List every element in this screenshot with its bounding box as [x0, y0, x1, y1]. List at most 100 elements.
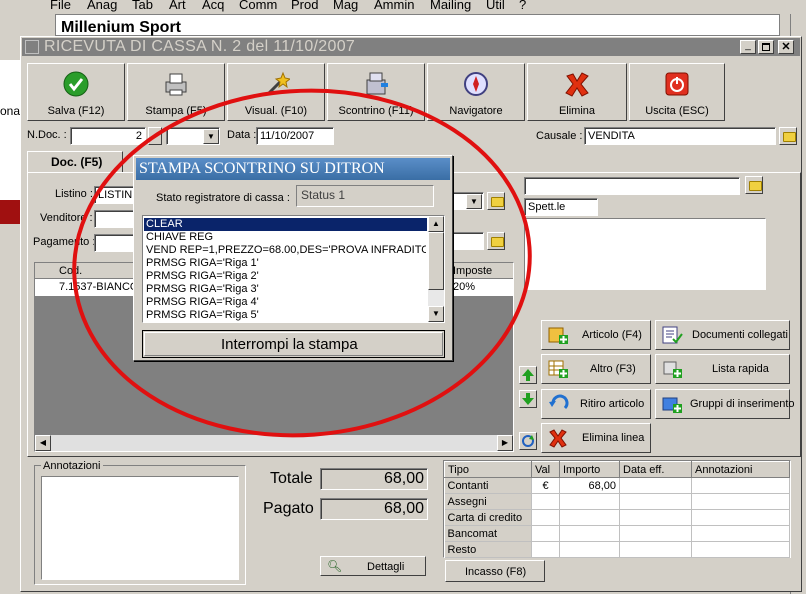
payment-row[interactable]: Bancomat	[444, 525, 790, 542]
tab-doc[interactable]: Doc. (F5)	[27, 151, 123, 173]
grid-row-tax[interactable]: 20%	[453, 281, 475, 293]
menu-art[interactable]: Art	[169, 0, 186, 12]
log-item-selected[interactable]: CLEAR	[144, 218, 427, 231]
pagato-value: 68,00	[320, 498, 428, 520]
grid-hscrollbar[interactable]: ◀ ▶	[35, 435, 513, 451]
pagamento-input[interactable]	[94, 234, 136, 252]
log-item[interactable]: PRMSG RIGA='Riga 2'	[146, 270, 259, 282]
return-article-button[interactable]: Ritiro articolo	[541, 389, 651, 419]
log-item[interactable]: CHIAVE REG	[146, 231, 213, 243]
menu-file[interactable]: File	[50, 0, 71, 12]
navigator-button[interactable]: Navigatore	[427, 63, 525, 121]
log-scroll-thumb[interactable]	[428, 232, 444, 290]
scroll-right-button[interactable]: ▶	[497, 435, 513, 451]
exit-button[interactable]: Uscita (ESC)	[629, 63, 725, 121]
print-button[interactable]: Stampa (F5)	[127, 63, 225, 121]
menu-util[interactable]: Util	[486, 0, 505, 12]
payment-row[interactable]: Resto	[444, 541, 790, 558]
insert-groups-button[interactable]: Gruppi di inserimento	[655, 389, 795, 419]
listino-folder-icon[interactable]	[487, 192, 505, 210]
customer-address-box[interactable]	[524, 218, 766, 290]
series-dropdown-button[interactable]: ▼	[203, 129, 219, 144]
causale-input[interactable]: VENDITA	[584, 127, 776, 145]
menu-prod[interactable]: Prod	[291, 0, 318, 12]
menu-tab[interactable]: Tab	[132, 0, 153, 12]
log-scrollbar[interactable]: ▲ ▼	[428, 216, 444, 322]
payments-header-tipo[interactable]: Tipo	[444, 461, 532, 478]
menu-mailing[interactable]: Mailing	[430, 0, 471, 12]
log-scroll-down[interactable]: ▼	[428, 306, 444, 322]
grid-header-cod[interactable]: Cod.	[59, 265, 82, 277]
menu-acq[interactable]: Acq	[202, 0, 224, 12]
payments-header-annotazioni[interactable]: Annotazioni	[691, 461, 790, 478]
payments-table[interactable]: Tipo Val Importo Data eff. Annotazioni C…	[443, 460, 791, 558]
return-arrow-icon	[547, 394, 569, 414]
payment-amount[interactable]: 68,00	[559, 477, 620, 494]
details-button[interactable]: 🔍︎ Dettagli	[320, 556, 426, 576]
title-bar[interactable]: RICEVUTA DI CASSA N. 2 del 11/10/2007 _ …	[22, 38, 800, 56]
linked-docs-button[interactable]: Documenti collegati	[655, 320, 790, 350]
delete-line-button[interactable]: Elimina linea	[541, 423, 651, 453]
command-log-list[interactable]: CLEAR CHIAVE REG VEND REP=1,PREZZO=68.00…	[142, 215, 445, 323]
pagamento-right-field[interactable]	[452, 232, 484, 250]
background-menubar: File Anag Tab Art Acq Comm Prod Mag Ammi…	[0, 0, 806, 14]
ndoc-spin-button[interactable]	[148, 127, 162, 145]
causale-label: Causale :	[536, 130, 583, 142]
log-item[interactable]: VEND REP=1,PREZZO=68.00,DES='PROVA INFRA…	[146, 244, 426, 256]
preview-button[interactable]: Visual. (F10)	[227, 63, 325, 121]
incasso-button[interactable]: Incasso (F8)	[445, 560, 545, 582]
cash-register-icon	[362, 70, 390, 98]
customer-search-input[interactable]	[524, 177, 740, 195]
close-button[interactable]: ✕	[778, 40, 794, 54]
menu-anag[interactable]: Anag	[87, 0, 117, 12]
grid-header-imposte[interactable]: Imposte	[453, 265, 492, 277]
article-add-icon	[547, 325, 569, 345]
dialog-title-bar[interactable]: STAMPA SCONTRINO SU DITRON	[136, 158, 450, 180]
listino-dropdown-button[interactable]: ▼	[466, 194, 482, 209]
menu-help[interactable]: ?	[519, 0, 526, 12]
other-button[interactable]: Altro (F3)	[541, 354, 651, 384]
pagamento-folder-icon[interactable]	[487, 232, 505, 250]
receipt-button[interactable]: Scontrino (F11)	[327, 63, 425, 121]
refresh-button[interactable]	[519, 432, 537, 450]
customer-folder-icon[interactable]	[745, 176, 763, 194]
save-button[interactable]: Salva (F12)	[27, 63, 125, 121]
payment-currency[interactable]: €	[531, 477, 560, 494]
delete-line-icon	[547, 428, 569, 448]
quick-list-button[interactable]: Lista rapida	[655, 354, 790, 384]
menu-ammin[interactable]: Ammin	[374, 0, 414, 12]
background-side-text: ona	[0, 104, 21, 118]
payment-row[interactable]: Carta di credito	[444, 509, 790, 526]
exit-label: Uscita (ESC)	[645, 105, 709, 117]
maximize-button[interactable]	[758, 40, 774, 54]
article-button[interactable]: Articolo (F4)	[541, 320, 651, 350]
listino-input[interactable]: LISTIN	[94, 186, 136, 204]
menu-comm[interactable]: Comm	[239, 0, 277, 12]
log-scroll-up[interactable]: ▲	[428, 216, 444, 232]
payments-header-val[interactable]: Val	[531, 461, 560, 478]
payments-header-importo[interactable]: Importo	[559, 461, 620, 478]
ndoc-input[interactable]: 2	[70, 127, 146, 145]
scroll-left-button[interactable]: ◀	[35, 435, 51, 451]
venditore-input[interactable]	[94, 210, 136, 228]
payment-row[interactable]: Assegni	[444, 493, 790, 510]
menu-mag[interactable]: Mag	[333, 0, 358, 12]
print-receipt-dialog: STAMPA SCONTRINO SU DITRON Stato registr…	[133, 155, 453, 361]
date-input[interactable]: 11/10/2007	[256, 127, 334, 145]
move-up-button[interactable]	[519, 366, 537, 384]
data-label: Data :	[227, 129, 257, 141]
move-down-button[interactable]	[519, 390, 537, 408]
log-item[interactable]: PRMSG RIGA='Riga 3'	[146, 283, 259, 295]
payments-header-data[interactable]: Data eff.	[619, 461, 692, 478]
notes-textarea[interactable]	[41, 476, 239, 580]
log-item[interactable]: PRMSG RIGA='Riga 5'	[146, 309, 259, 321]
grid-row-code[interactable]: 7.1537-BIANCO	[59, 281, 138, 293]
causale-folder-icon[interactable]	[779, 127, 797, 145]
spett-input[interactable]: Spett.le	[524, 198, 598, 216]
interrupt-print-button[interactable]: Interrompi la stampa	[142, 330, 445, 358]
payment-row[interactable]: Contanti €68,00	[444, 477, 790, 494]
log-item[interactable]: PRMSG RIGA='Riga 1'	[146, 257, 259, 269]
delete-button[interactable]: Elimina	[527, 63, 627, 121]
minimize-button[interactable]: _	[740, 40, 756, 54]
log-item[interactable]: PRMSG RIGA='Riga 4'	[146, 296, 259, 308]
